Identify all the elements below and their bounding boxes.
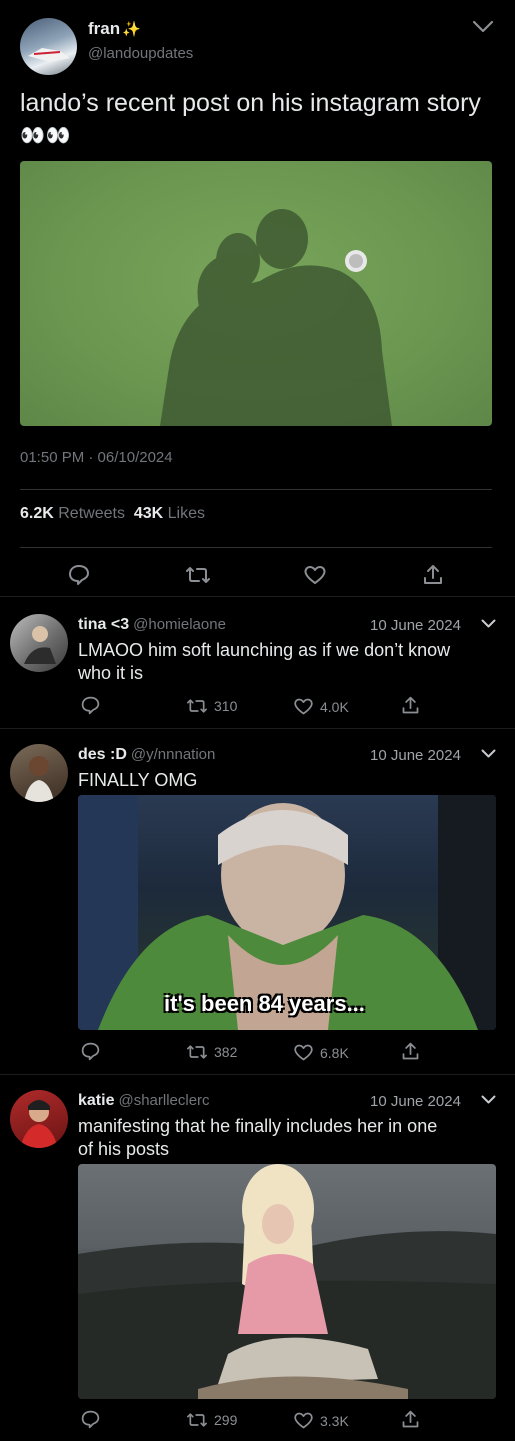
reply-text: manifesting that he finally includes her… bbox=[78, 1116, 438, 1159]
like-button[interactable]: 6.8K bbox=[293, 1042, 349, 1063]
reply-author-handle[interactable]: @sharlleclerc bbox=[118, 1092, 209, 1109]
reply-text: FINALLY OMG bbox=[78, 770, 198, 790]
reply-icon[interactable] bbox=[67, 563, 91, 587]
share-icon[interactable] bbox=[421, 563, 445, 587]
gif-caption: it's been 84 years... bbox=[164, 991, 365, 1016]
retweets-count[interactable]: 6.2K bbox=[20, 505, 54, 522]
reply-avatar[interactable] bbox=[10, 614, 68, 672]
chevron-down-icon[interactable] bbox=[481, 619, 496, 629]
reply-date[interactable]: 10 June 2024 bbox=[370, 1093, 461, 1110]
retweet-icon[interactable] bbox=[185, 563, 211, 587]
author-name[interactable]: fran ✨ bbox=[88, 19, 141, 39]
chevron-down-icon[interactable] bbox=[472, 20, 494, 34]
retweet-count: 382 bbox=[214, 1044, 238, 1060]
retweet-icon bbox=[186, 1042, 208, 1062]
reply-header: des :D @y/nnnation bbox=[78, 746, 215, 764]
share-icon[interactable] bbox=[400, 1041, 421, 1062]
divider bbox=[0, 596, 515, 597]
reply-avatar[interactable] bbox=[10, 744, 68, 802]
reply-text: LMAOO him soft launching as if we don’t … bbox=[78, 640, 451, 683]
divider bbox=[20, 489, 492, 490]
retweet-count: 310 bbox=[214, 698, 238, 714]
retweets-label[interactable]: Retweets bbox=[58, 505, 125, 522]
chevron-down-icon[interactable] bbox=[481, 1095, 496, 1105]
reply-author-name[interactable]: tina <3 bbox=[78, 616, 129, 633]
retweet-button[interactable]: 310 bbox=[186, 696, 237, 716]
reply-media-gif[interactable]: it's been 84 years... bbox=[78, 795, 496, 1030]
author-handle[interactable]: @landoupdates bbox=[88, 45, 193, 62]
like-button[interactable]: 4.0K bbox=[293, 696, 349, 717]
divider bbox=[20, 547, 492, 548]
divider bbox=[0, 728, 515, 729]
engagement-stats: 6.2K Retweets 43K Likes bbox=[20, 505, 205, 523]
reply-author-name[interactable]: des :D bbox=[78, 746, 127, 763]
like-icon bbox=[293, 1042, 314, 1063]
eyes-emoji: 👀👀 bbox=[20, 125, 72, 147]
like-count: 3.3K bbox=[320, 1412, 349, 1429]
reply-date[interactable]: 10 June 2024 bbox=[370, 617, 461, 634]
retweet-icon bbox=[186, 1410, 208, 1430]
like-button[interactable]: 3.3K bbox=[293, 1410, 349, 1431]
reply-media-gif[interactable] bbox=[78, 1164, 496, 1399]
share-icon[interactable] bbox=[400, 1409, 421, 1430]
share-icon[interactable] bbox=[400, 695, 421, 716]
reply-author-name[interactable]: katie bbox=[78, 1092, 114, 1109]
main-avatar[interactable] bbox=[20, 18, 77, 75]
tweet-text: lando’s recent post on his instagram sto… bbox=[20, 89, 481, 147]
reply-header: tina <3 @homielaone bbox=[78, 616, 226, 634]
chevron-down-icon[interactable] bbox=[481, 749, 496, 759]
sparkle-emoji: ✨ bbox=[122, 21, 141, 38]
reply-author-handle[interactable]: @y/nnnation bbox=[131, 746, 215, 763]
reply-author-handle[interactable]: @homielaone bbox=[133, 616, 226, 633]
like-count: 6.8K bbox=[320, 1044, 349, 1061]
likes-count[interactable]: 43K bbox=[134, 505, 163, 522]
likes-label[interactable]: Likes bbox=[168, 505, 205, 522]
tweet-timestamp[interactable]: 01:50 PM · 06/10/2024 bbox=[20, 449, 173, 466]
reply-date[interactable]: 10 June 2024 bbox=[370, 747, 461, 764]
retweet-button[interactable]: 382 bbox=[186, 1042, 237, 1062]
divider bbox=[0, 1074, 515, 1075]
reply-icon[interactable] bbox=[80, 1041, 101, 1062]
reply-icon[interactable] bbox=[80, 1409, 101, 1430]
retweet-count: 299 bbox=[214, 1412, 238, 1428]
reply-icon[interactable] bbox=[80, 695, 101, 716]
like-icon bbox=[293, 1410, 314, 1431]
reply-header: katie @sharlleclerc bbox=[78, 1092, 210, 1110]
like-icon[interactable] bbox=[303, 563, 327, 587]
like-count: 4.0K bbox=[320, 698, 349, 715]
reply-avatar[interactable] bbox=[10, 1090, 68, 1148]
retweet-button[interactable]: 299 bbox=[186, 1410, 237, 1430]
tweet-media-image[interactable] bbox=[20, 161, 492, 426]
retweet-icon bbox=[186, 696, 208, 716]
like-icon bbox=[293, 696, 314, 717]
